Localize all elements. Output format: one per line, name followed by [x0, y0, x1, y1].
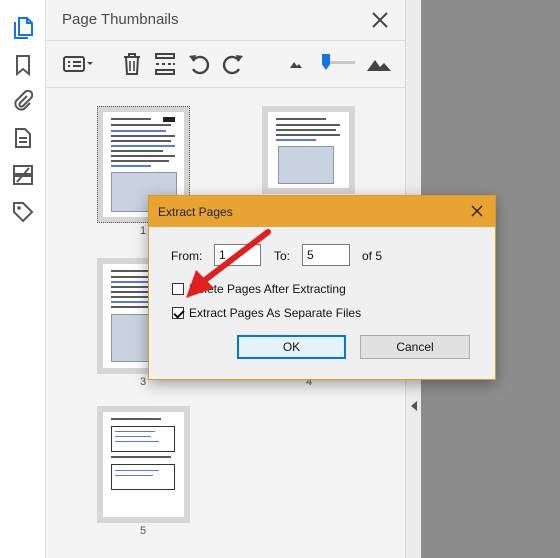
- extract-icon[interactable]: [153, 51, 177, 77]
- document-properties-icon[interactable]: [11, 126, 35, 150]
- from-label: From:: [171, 249, 203, 263]
- tag-icon[interactable]: [11, 200, 35, 224]
- pages-icon[interactable]: [11, 16, 35, 40]
- page-number: 5: [139, 525, 147, 537]
- rotate-cw-icon[interactable]: [221, 51, 245, 77]
- separate-files-label: Extract Pages As Separate Files: [189, 306, 362, 320]
- from-field[interactable]: [214, 244, 261, 266]
- large-mountain-icon[interactable]: [366, 51, 392, 77]
- to-label: To:: [274, 249, 291, 263]
- page-thumbnail-5[interactable]: [97, 406, 190, 523]
- extract-pages-dialog: Extract Pages From: To: of 5 Delete Page…: [148, 195, 496, 380]
- left-icon-rail: [0, 0, 46, 558]
- thumbnails-toolbar: [46, 40, 405, 88]
- panel-title: Page Thumbnails: [62, 11, 179, 28]
- separate-files-checkbox[interactable]: [172, 307, 184, 319]
- dialog-title: Extract Pages: [158, 205, 233, 219]
- cancel-button[interactable]: Cancel: [360, 335, 470, 359]
- small-mountain-icon[interactable]: [289, 51, 303, 77]
- page-count-label: of 5: [362, 249, 383, 263]
- collapse-panel-icon[interactable]: [411, 401, 417, 411]
- dialog-title-bar: Extract Pages: [149, 196, 495, 227]
- options-menu-icon[interactable]: [62, 51, 96, 77]
- attachment-icon[interactable]: [11, 89, 35, 113]
- delete-pages-label: Delete Pages After Extracting: [189, 282, 346, 296]
- close-icon[interactable]: [369, 9, 391, 31]
- page-thumbnail-2[interactable]: [262, 106, 355, 194]
- to-field[interactable]: [302, 244, 350, 266]
- close-icon[interactable]: [470, 204, 484, 218]
- rotate-ccw-icon[interactable]: [187, 51, 211, 77]
- delete-pages-checkbox[interactable]: [172, 283, 184, 295]
- ok-button[interactable]: OK: [237, 335, 346, 359]
- bookmark-icon[interactable]: [11, 53, 35, 77]
- delete-icon[interactable]: [120, 51, 144, 77]
- thumbnail-size-slider[interactable]: [327, 61, 355, 64]
- compare-icon[interactable]: [11, 163, 35, 187]
